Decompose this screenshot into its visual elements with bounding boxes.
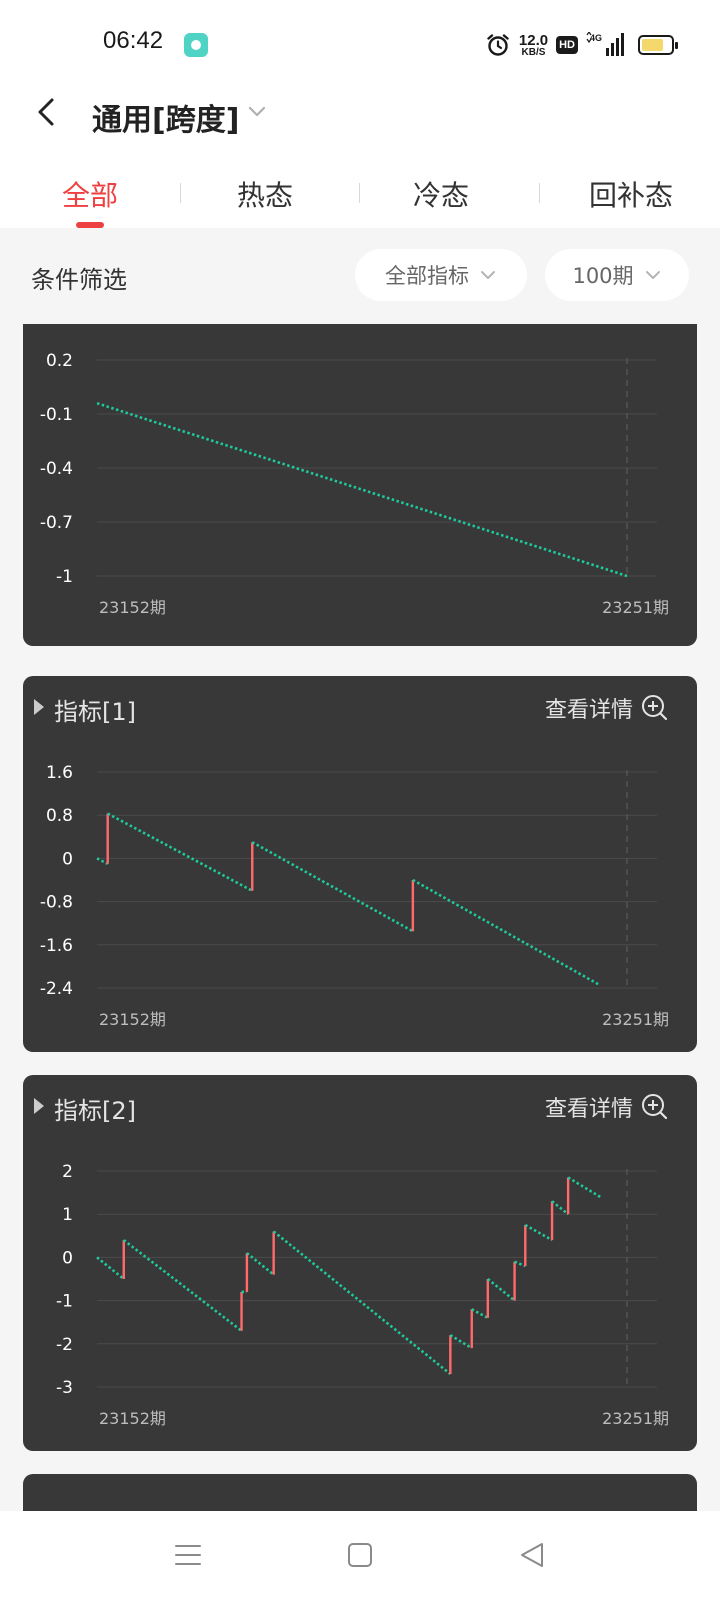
series-segment (96, 1256, 125, 1281)
chart-card (23, 1474, 697, 1511)
chart-list[interactable]: 0.2 -0.1 -0.4 -0.7 -1 23152期 23251期 指标[1] 查看… (0, 324, 720, 1511)
system-nav-bar (0, 1511, 720, 1600)
series-segment (251, 841, 414, 933)
series-segment (122, 1239, 243, 1332)
indicator-select-value: 全部指标 (385, 264, 469, 288)
chart-card: 指标[1] 查看详情 1.6 0.8 0 -0.8 -1.6 -2.4 23152期 23… (23, 676, 697, 1052)
chevron-down-icon[interactable] (246, 100, 268, 122)
x-end-label: 23251期 (602, 598, 669, 617)
filter-row: 条件筛选 全部指标 100期 (0, 228, 720, 324)
series-segment (412, 878, 601, 987)
battery-level-fill (642, 39, 663, 51)
home-square-icon[interactable] (344, 1539, 376, 1571)
y-tick-label: -3 (56, 1378, 73, 1398)
series-segment (107, 812, 253, 892)
series-segment (449, 1334, 473, 1350)
signal-icon: 4G (586, 32, 624, 56)
series-segment (96, 401, 628, 578)
series-segment (272, 1230, 452, 1376)
tab-bar: 全部 热态 冷态 回补态 (0, 168, 720, 228)
y-tick-label: 0.8 (46, 806, 73, 826)
y-tick-label: -2.4 (40, 979, 73, 999)
y-tick-label: -2 (56, 1335, 73, 1355)
chart-card: 0.2 -0.1 -0.4 -0.7 -1 23152期 23251期 (23, 324, 697, 646)
series-segment (471, 1308, 489, 1320)
alarm-icon (487, 34, 509, 56)
y-tick-label: -0.7 (40, 513, 73, 533)
series-segment (96, 857, 109, 865)
app-header: 通用[跨度] 全部 热态 冷态 回补态 (0, 88, 720, 228)
series-segment (551, 1200, 569, 1216)
chart-card: 指标[2] 查看详情 2 1 0 -1 -2 -3 23152期 23251期 (23, 1075, 697, 1451)
y-tick-label: -1 (56, 567, 73, 587)
x-end-label: 23251期 (602, 1010, 669, 1029)
series-segment (514, 1260, 526, 1268)
net-speed: 12.0 KB/S (519, 33, 548, 58)
period-select[interactable]: 100期 (545, 249, 689, 301)
y-tick-label: -0.8 (40, 893, 73, 913)
tab-hot[interactable]: 热态 (215, 174, 315, 234)
net-speed-unit: KB/S (521, 46, 546, 58)
y-tick-label: -0.4 (40, 459, 73, 479)
back-triangle-icon[interactable] (516, 1539, 548, 1571)
y-tick-label: -0.1 (40, 405, 73, 425)
y-tick-label: 2 (62, 1162, 73, 1182)
series-segment (567, 1176, 601, 1199)
tab-divider (539, 183, 540, 203)
tab-divider (359, 183, 360, 203)
period-select-value: 100期 (572, 264, 634, 288)
app-notification-icon (184, 33, 208, 57)
y-tick-label: 1.6 (46, 763, 73, 783)
status-bar: 06:42 12.0 KB/S HD 4G (0, 0, 720, 88)
chart-plot: 2 1 0 -1 -2 -3 (56, 1162, 657, 1398)
hd-badge: HD (556, 36, 578, 54)
y-tick-label: -1 (56, 1292, 73, 1312)
network-type-label: 4G (590, 33, 602, 43)
y-tick-label: 0 (62, 849, 73, 869)
series-segment (524, 1223, 553, 1242)
filter-label: 条件筛选 (31, 266, 127, 294)
net-speed-value: 12.0 (518, 31, 549, 49)
y-tick-label: 1 (62, 1205, 73, 1225)
y-tick-label: -1.6 (40, 936, 73, 956)
battery-icon (638, 35, 678, 55)
y-tick-label: 0 (62, 1248, 73, 1268)
tab-replenish[interactable]: 回补态 (566, 174, 696, 234)
y-tick-label: 0.2 (46, 351, 73, 371)
chevron-down-icon (481, 271, 495, 279)
tab-divider (180, 183, 181, 203)
menu-icon[interactable] (172, 1539, 204, 1571)
chart-plot: 1.6 0.8 0 -0.8 -1.6 -2.4 (40, 763, 657, 999)
status-time: 06:42 (103, 27, 164, 54)
x-end-label: 23251期 (602, 1409, 669, 1428)
series-segment (246, 1252, 275, 1276)
indicator-select[interactable]: 全部指标 (355, 249, 527, 301)
x-start-label: 23152期 (99, 1409, 166, 1428)
tab-cold[interactable]: 冷态 (391, 174, 491, 234)
x-start-label: 23152期 (99, 598, 166, 617)
x-start-label: 23152期 (99, 1010, 166, 1029)
chevron-left-icon[interactable] (30, 94, 66, 130)
chevron-down-icon (645, 271, 660, 279)
series-segment (486, 1277, 516, 1302)
status-indicators: 12.0 KB/S HD 4G (485, 28, 678, 62)
page-title[interactable]: 通用[跨度] (92, 95, 239, 139)
